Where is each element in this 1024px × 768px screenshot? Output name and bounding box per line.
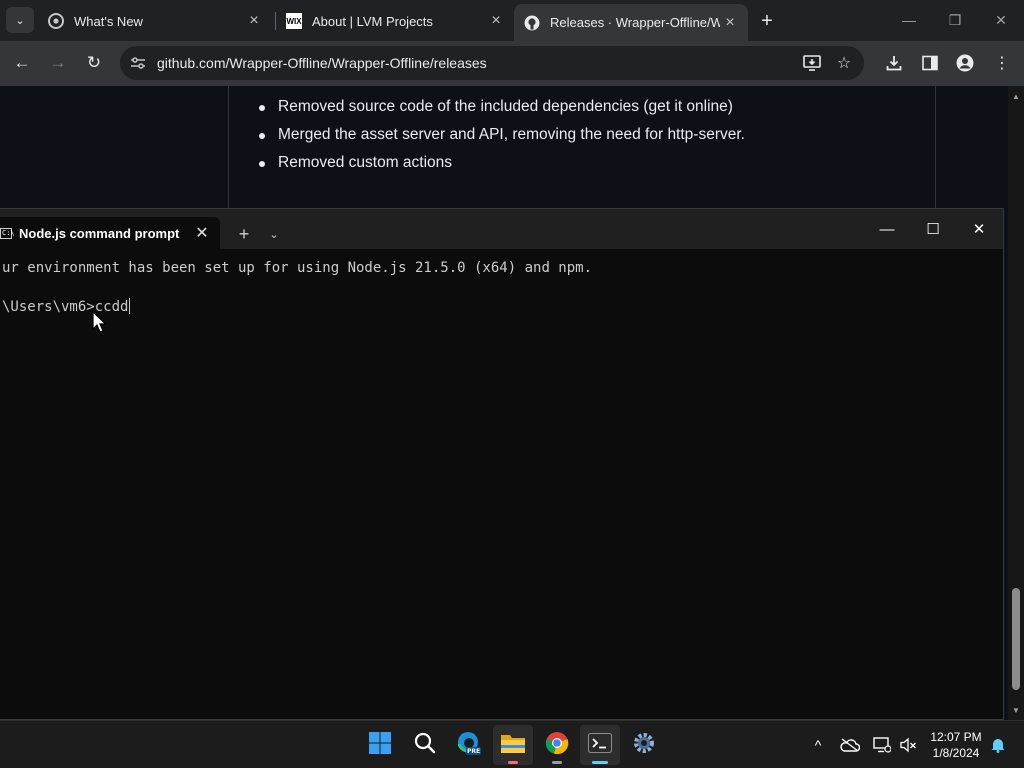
clock-date: 1/8/2024: [932, 746, 980, 760]
tab-search-button[interactable]: ⌄: [6, 7, 34, 33]
new-tab-button[interactable]: +: [754, 8, 780, 34]
taskbar-terminal[interactable]: [580, 725, 620, 765]
tab-title: Releases · Wrapper-Offline/Wrapper-Offli…: [550, 15, 720, 30]
close-tab-icon[interactable]: ×: [486, 11, 506, 31]
page-scrollbar[interactable]: ▲ ▼: [1008, 86, 1024, 720]
scroll-down-icon[interactable]: ▼: [1008, 703, 1024, 717]
terminal-output[interactable]: ur environment has been set up for using…: [0, 249, 1003, 719]
bookmark-star-icon[interactable]: ☆: [829, 48, 859, 78]
close-tab-icon[interactable]: ×: [720, 13, 740, 33]
list-item: Removed custom actions: [259, 152, 745, 180]
show-hidden-icons-button[interactable]: ^: [806, 733, 830, 757]
arrow-left-icon: ←: [13, 53, 31, 72]
clock-time: 12:07 PM: [930, 730, 982, 744]
active-window-indicator: [592, 761, 608, 764]
release-notes-list: Removed source code of the included depe…: [259, 96, 745, 180]
forward-button[interactable]: →: [43, 48, 73, 78]
new-terminal-tab-button[interactable]: +: [232, 223, 256, 245]
svg-text:PRE: PRE: [467, 748, 480, 755]
tab-title: What's New: [74, 13, 143, 29]
start-button[interactable]: [360, 725, 400, 765]
terminal-minimize-button[interactable]: —: [864, 213, 910, 245]
search-icon: [414, 732, 436, 759]
taskbar-chrome[interactable]: [537, 725, 577, 765]
settings-icon: [632, 731, 656, 760]
close-icon: ✕: [995, 11, 1007, 28]
browser-tab-releases[interactable]: Releases · Wrapper-Offline/Wrapper-Offli…: [514, 4, 748, 41]
onedrive-offline-icon[interactable]: [838, 733, 862, 757]
taskbar-file-explorer[interactable]: [493, 725, 533, 765]
close-window-button[interactable]: ✕: [978, 4, 1024, 36]
back-button[interactable]: ←: [7, 48, 37, 78]
list-item: Removed source code of the included depe…: [259, 96, 745, 124]
terminal-title-bar[interactable]: C:\ Node.js command prompt ✕ + ⌄ — ☐ ✕: [0, 209, 1003, 249]
network-icon[interactable]: [870, 733, 894, 757]
windows-taskbar: PRE ^ 12:07 PM 1/8/2024: [0, 720, 1024, 768]
downloads-icon[interactable]: [879, 48, 909, 78]
terminal-icon: [588, 732, 612, 758]
close-tab-icon[interactable]: ×: [244, 11, 264, 31]
chevron-up-icon: ^: [814, 737, 822, 753]
system-clock[interactable]: 12:07 PM 1/8/2024: [920, 729, 992, 761]
install-app-icon[interactable]: [797, 48, 827, 78]
wix-icon: WIX: [286, 13, 302, 29]
browser-tab-about-lvm[interactable]: WIX About | LVM Projects ×: [276, 5, 514, 37]
terminal-profiles-dropdown[interactable]: ⌄: [262, 223, 286, 245]
running-indicator: [508, 761, 518, 764]
notifications-bell-icon[interactable]: [986, 733, 1010, 757]
terminal-tab-title: Node.js command prompt: [19, 225, 180, 241]
browser-toolbar: ← → ↻ github.com/Wrapper-Offline/Wrapper…: [0, 41, 1024, 86]
reload-button[interactable]: ↻: [79, 48, 109, 78]
running-indicator: [552, 761, 562, 764]
site-info-icon[interactable]: [128, 53, 148, 73]
side-panel-icon[interactable]: [915, 48, 945, 78]
arrow-right-icon: →: [49, 53, 67, 72]
terminal-tab[interactable]: C:\ Node.js command prompt ✕: [0, 217, 220, 249]
profile-avatar-icon[interactable]: [950, 48, 980, 78]
close-tab-icon[interactable]: ✕: [190, 223, 214, 243]
chrome-icon: [48, 13, 64, 29]
edge-beta-icon: PRE: [456, 730, 482, 761]
terminal-command-text: \Users\vm6>ccdd: [2, 299, 129, 315]
windows-start-icon: [368, 731, 392, 760]
github-icon: [524, 15, 540, 31]
chevron-down-icon: ⌄: [15, 14, 25, 27]
maximize-icon: ☐: [926, 221, 940, 238]
terminal-close-button[interactable]: ✕: [956, 213, 1002, 245]
plus-icon: +: [238, 223, 250, 244]
browser-tab-strip: ⌄ What's New × WIX About | LVM Projects …: [0, 0, 1024, 41]
scrollbar-thumb[interactable]: [1012, 588, 1020, 690]
scroll-up-icon[interactable]: ▲: [1008, 89, 1024, 103]
restore-icon: ❐: [948, 11, 962, 28]
minimize-icon: —: [879, 220, 895, 238]
text-caret: [129, 298, 131, 314]
chevron-down-icon: ⌄: [269, 228, 279, 241]
mouse-pointer-icon: [92, 310, 107, 333]
browser-tab-whats-new[interactable]: What's New ×: [38, 5, 272, 37]
url-text[interactable]: github.com/Wrapper-Offline/Wrapper-Offli…: [157, 55, 487, 71]
restore-button[interactable]: ❐: [932, 4, 978, 36]
minimize-button[interactable]: —: [886, 4, 932, 36]
plus-icon: +: [761, 9, 773, 32]
minimize-icon: —: [902, 12, 916, 28]
terminal-window[interactable]: C:\ Node.js command prompt ✕ + ⌄ — ☐ ✕ u…: [0, 208, 1004, 720]
release-notes-card: Removed source code of the included depe…: [228, 86, 936, 216]
file-explorer-icon: [500, 732, 526, 759]
taskbar-search-button[interactable]: [405, 725, 445, 765]
taskbar-settings[interactable]: [624, 725, 664, 765]
tab-title: About | LVM Projects: [312, 13, 433, 29]
close-icon: ✕: [972, 221, 986, 238]
command-prompt-icon: C:\: [0, 227, 15, 239]
more-menu-icon[interactable]: ⋮: [987, 48, 1017, 78]
address-bar[interactable]: github.com/Wrapper-Offline/Wrapper-Offli…: [120, 46, 864, 80]
taskbar-edge-beta[interactable]: PRE: [449, 725, 489, 765]
volume-muted-icon[interactable]: [896, 733, 920, 757]
terminal-maximize-button[interactable]: ☐: [910, 213, 956, 245]
terminal-line: ur environment has been set up for using…: [2, 260, 593, 276]
terminal-prompt-line[interactable]: \Users\vm6>ccdd: [2, 298, 131, 315]
chrome-icon: [545, 731, 569, 760]
list-item: Merged the asset server and API, removin…: [259, 124, 745, 152]
reload-icon: ↻: [86, 53, 102, 72]
